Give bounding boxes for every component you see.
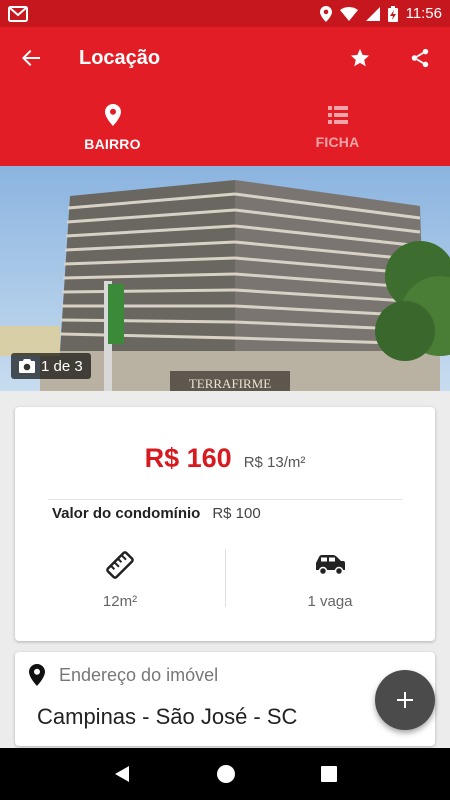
camera-icon bbox=[19, 359, 35, 373]
condo-value: R$ 100 bbox=[212, 505, 261, 522]
photo-counter: 1 de 3 bbox=[11, 353, 91, 379]
building-sign-text: TERRAFIRME bbox=[189, 376, 271, 391]
tab-bairro[interactable]: BAIRRO bbox=[0, 89, 225, 166]
back-button[interactable] bbox=[0, 27, 62, 89]
app-bar: Locação bbox=[0, 27, 450, 89]
location-status-icon bbox=[319, 5, 332, 22]
tab-ficha-label: FICHA bbox=[315, 133, 360, 150]
address-label: Endereço do imóvel bbox=[59, 664, 219, 685]
price-per-sqm: R$ 13/m² bbox=[243, 454, 306, 471]
price-card: R$ 160 R$ 13/m² Valor do condomínio R$ 1… bbox=[15, 407, 435, 641]
page-title: Locação bbox=[79, 46, 161, 69]
nav-back-icon[interactable] bbox=[113, 765, 131, 783]
car-icon bbox=[316, 555, 345, 576]
feature-parking: 1 vaga bbox=[225, 549, 435, 610]
signal-icon bbox=[365, 6, 380, 21]
system-nav-bar bbox=[0, 748, 450, 800]
arrow-back-icon bbox=[22, 50, 40, 66]
location-pin-icon bbox=[29, 664, 45, 686]
list-icon bbox=[327, 105, 348, 124]
status-time: 11:56 bbox=[405, 5, 442, 22]
parking-value: 1 vaga bbox=[307, 593, 353, 610]
battery-charging-icon bbox=[387, 5, 398, 22]
ruler-icon bbox=[106, 551, 134, 579]
address-card: Endereço do imóvel Campinas - São José -… bbox=[15, 652, 435, 746]
share-button[interactable] bbox=[390, 27, 450, 89]
rent-price: R$ 160 bbox=[144, 443, 232, 473]
tab-bar: BAIRRO FICHA bbox=[0, 89, 450, 166]
address-value: Campinas - São José - SC bbox=[37, 704, 298, 729]
area-value: 12m² bbox=[102, 593, 138, 610]
favorite-button[interactable] bbox=[330, 27, 390, 89]
divider bbox=[48, 499, 402, 500]
plus-icon bbox=[397, 692, 413, 708]
add-fab-button[interactable] bbox=[375, 670, 435, 730]
tab-ficha[interactable]: FICHA bbox=[225, 89, 450, 166]
feature-area: 12m² bbox=[15, 549, 225, 610]
star-icon bbox=[350, 48, 370, 67]
wifi-icon bbox=[339, 6, 358, 21]
photo-counter-text: 1 de 3 bbox=[41, 357, 83, 375]
condo-label: Valor do condomínio bbox=[52, 505, 201, 522]
share-icon bbox=[411, 48, 429, 68]
tab-bairro-label: BAIRRO bbox=[84, 135, 141, 152]
gmail-notification-icon bbox=[8, 5, 28, 22]
status-bar: 11:56 bbox=[0, 0, 450, 27]
location-pin-icon bbox=[104, 103, 121, 126]
nav-recents-icon[interactable] bbox=[321, 766, 338, 782]
nav-home-icon[interactable] bbox=[216, 764, 236, 784]
